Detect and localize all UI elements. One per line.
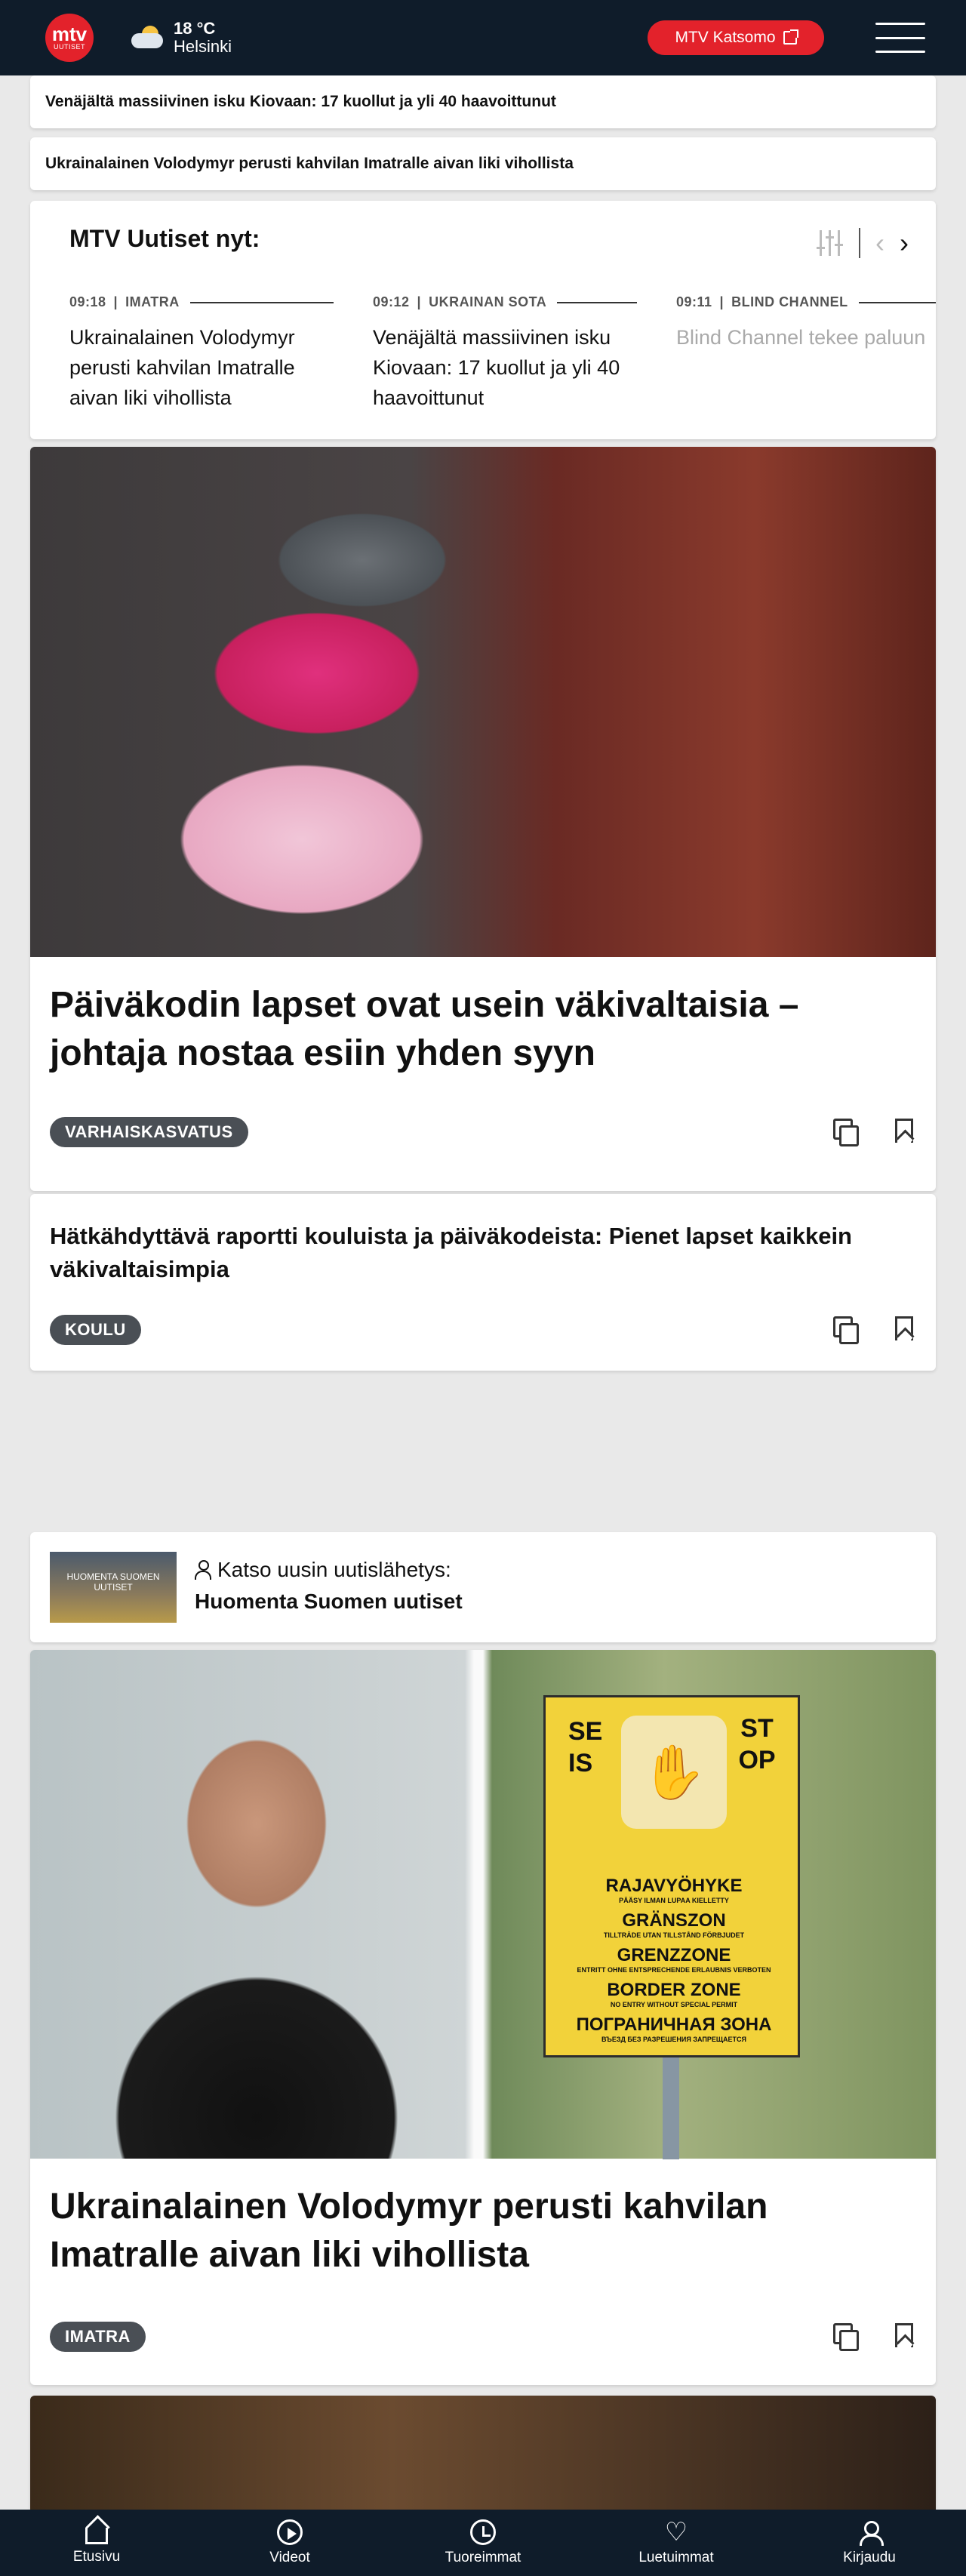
breaking-news-bar[interactable]: Ukrainalainen Volodymyr perusti kahvilan… <box>30 137 936 190</box>
newscast-thumbnail: HUOMENTA SUOMEN UUTISET <box>50 1552 177 1623</box>
article-tag[interactable]: KOULU <box>50 1315 141 1345</box>
feed-item-time: 09:12 <box>373 294 410 309</box>
mtv-katsomo-button[interactable]: MTV Katsomo <box>648 20 824 55</box>
breaking-news-bar[interactable]: Venäjältä massiivinen isku Kiovaan: 17 k… <box>30 75 936 128</box>
article-tag[interactable]: VARHAISKASVATUS <box>50 1117 248 1147</box>
weather-temperature: 18 °C <box>174 19 216 38</box>
breaking-news-text: Venäjältä massiivinen isku Kiovaan: 17 k… <box>45 93 556 110</box>
article-image-cafe-border: SEIS STOP ✋ RAJAVYÖHYKE PÄÄSY ILMAN LUPA… <box>30 1650 936 2159</box>
chevron-right-icon[interactable]: › <box>900 229 909 257</box>
border-zone-sign: SEIS STOP ✋ RAJAVYÖHYKE PÄÄSY ILMAN LUPA… <box>543 1695 800 2057</box>
article-image-shoes <box>30 447 936 957</box>
feed-item[interactable]: 09:18 | IMATRA Ukrainalainen Volodymyr per… <box>69 294 334 413</box>
article-card[interactable]: Päiväkodin lapset ovat usein väkivaltais… <box>30 447 936 1191</box>
latest-newscast-banner[interactable]: HUOMENTA SUOMEN UUTISET Katso uusin uuti… <box>30 1532 936 1642</box>
article-headline: Päiväkodin lapset ovat usein väkivaltais… <box>50 985 799 1073</box>
nav-label: Etusivu <box>72 2549 121 2565</box>
heart-icon: ♡ <box>664 2518 688 2547</box>
clock-icon <box>470 2519 496 2545</box>
article-card[interactable]: SEIS STOP ✋ RAJAVYÖHYKE PÄÄSY ILMAN LUPA… <box>30 1650 936 2385</box>
feed-title: MTV Uutiset nyt: <box>69 225 260 252</box>
bottom-navigation: Etusivu Videot Tuoreimmat ♡ Luetuimmat K… <box>0 2510 966 2576</box>
feed-item-category: UKRAINAN SOTA <box>429 294 547 309</box>
chevron-left-icon[interactable]: ‹ <box>875 229 884 257</box>
feed-item-category: IMATRA <box>125 294 180 309</box>
feed-item-time: 09:18 <box>69 294 106 309</box>
nav-item-kirjaudu[interactable]: Kirjaudu <box>773 2510 966 2576</box>
feed-item-time: 09:11 <box>676 294 712 309</box>
top-bar: mtv UUTISET 18 °C Helsinki MTV Katsomo <box>0 0 966 75</box>
newscast-label-row: Katso uusin uutislähetys: <box>195 1558 451 1582</box>
hand-stop-icon: ✋ <box>621 1716 727 1829</box>
nav-label: Luetuimmat <box>638 2550 714 2565</box>
user-icon <box>857 2519 884 2546</box>
weather-city: Helsinki <box>174 37 232 56</box>
logo-subtext: UUTISET <box>53 43 85 51</box>
feed-item-headline: Venäjältä massiivinen isku Kiovaan: 17 k… <box>373 326 620 409</box>
partly-cloudy-icon <box>131 24 166 51</box>
news-feed-carousel: MTV Uutiset nyt: ‹ › 09:18 | IMATRA Ukrain… <box>30 201 936 439</box>
nav-item-etusivu[interactable]: Etusivu <box>0 2510 193 2576</box>
share-copy-icon[interactable] <box>833 1316 859 1344</box>
article-tag[interactable]: IMATRA <box>50 2322 146 2352</box>
article-card[interactable]: Hätkähdyttävä raportti kouluista ja päiv… <box>30 1194 936 1371</box>
nav-item-videot[interactable]: Videot <box>193 2510 386 2576</box>
katsomo-label: MTV Katsomo <box>675 29 776 46</box>
feed-item[interactable]: 09:12 | UKRAINAN SOTA Venäjältä massiivine… <box>373 294 637 413</box>
nav-label: Kirjaudu <box>843 2550 896 2565</box>
hamburger-menu-icon[interactable] <box>875 23 925 53</box>
nav-label: Tuoreimmat <box>445 2550 521 2565</box>
nav-item-luetuimmat[interactable]: ♡ Luetuimmat <box>580 2510 773 2576</box>
article-headline: Ukrainalainen Volodymyr perusti kahvilan… <box>50 2187 768 2275</box>
bookmark-icon[interactable] <box>895 1119 913 1143</box>
newscast-label: Katso uusin uutislähetys: <box>217 1558 451 1581</box>
filter-sliders-icon[interactable] <box>817 230 844 256</box>
feed-item-headline: Ukrainalainen Volodymyr perusti kahvilan… <box>69 326 295 409</box>
feed-item[interactable]: 09:11 | BLIND CHANNEL Blind Channel tekee … <box>676 294 936 413</box>
mtv-uutiset-logo[interactable]: mtv UUTISET <box>45 14 94 62</box>
feed-controls: ‹ › <box>817 228 909 258</box>
play-icon <box>277 2519 303 2545</box>
weather-widget[interactable]: 18 °C Helsinki <box>131 20 232 56</box>
share-copy-icon[interactable] <box>833 2323 859 2351</box>
sign-post <box>663 2042 679 2159</box>
logo-text: mtv <box>51 23 88 45</box>
newscast-show-title: Huomenta Suomen uutiset <box>195 1590 463 1613</box>
feed-item-headline: Blind Channel tekee paluun <box>676 326 926 349</box>
external-link-icon <box>783 29 798 45</box>
bookmark-icon[interactable] <box>895 2323 913 2347</box>
article-headline: Hätkähdyttävä raportti kouluista ja päiv… <box>50 1223 852 1282</box>
share-copy-icon[interactable] <box>833 1119 859 1146</box>
user-icon <box>195 1560 211 1580</box>
home-icon <box>85 2528 108 2544</box>
breaking-news-text: Ukrainalainen Volodymyr perusti kahvilan… <box>45 155 574 172</box>
nav-item-tuoreimmat[interactable]: Tuoreimmat <box>386 2510 580 2576</box>
feed-item-category: BLIND CHANNEL <box>731 294 848 309</box>
article-card[interactable] <box>30 2396 936 2516</box>
bookmark-icon[interactable] <box>895 1316 913 1340</box>
divider <box>859 228 860 258</box>
nav-label: Videot <box>269 2550 310 2565</box>
article-image <box>30 2396 936 2516</box>
